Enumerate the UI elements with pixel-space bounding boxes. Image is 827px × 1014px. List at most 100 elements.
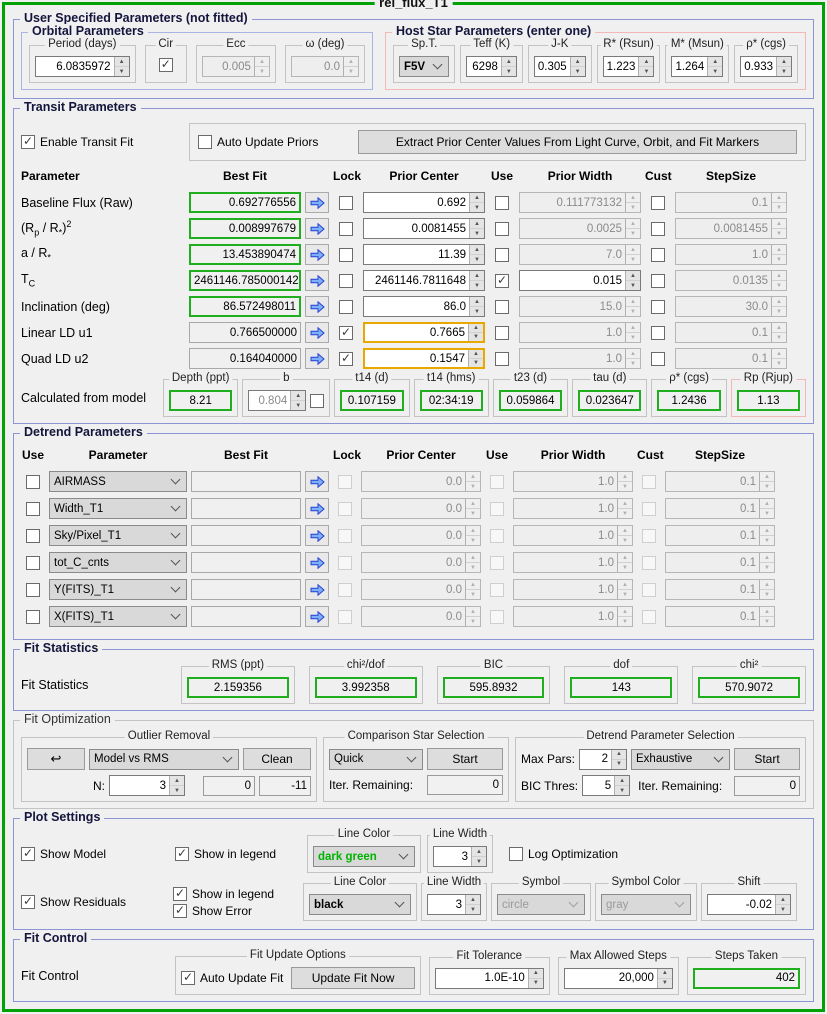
copy-best-fit-to-prior-button[interactable]: [305, 218, 329, 239]
spin-down-icon[interactable]: ▼: [469, 358, 483, 367]
prior-center-input[interactable]: 0.1547▲▼: [363, 348, 485, 369]
spin-down-icon[interactable]: ▼: [612, 759, 626, 769]
detrend-parameter-dropdown[interactable]: Sky/Pixel_T1: [49, 525, 187, 546]
prior-width-input[interactable]: 0.015▲▼: [519, 270, 641, 291]
lock-checkbox[interactable]: [339, 196, 353, 210]
copy-best-fit-to-prior-button[interactable]: [305, 471, 329, 492]
copy-best-fit-to-prior-button[interactable]: [305, 579, 329, 600]
detrend-parameter-dropdown[interactable]: tot_C_cnts: [49, 552, 187, 573]
copy-best-fit-to-prior-button[interactable]: [305, 498, 329, 519]
copy-best-fit-to-prior-button[interactable]: [305, 192, 329, 213]
use-detrend-checkbox[interactable]: [26, 610, 40, 624]
copy-best-fit-to-prior-button[interactable]: [305, 270, 329, 291]
spin-down-icon[interactable]: ▼: [115, 66, 129, 76]
bic-threshold-input[interactable]: 5▲▼: [582, 775, 630, 796]
spinner[interactable]: ▲▼: [469, 219, 484, 238]
prior-center-input[interactable]: 2461146.7811648▲▼: [363, 270, 485, 291]
detrend-selection-start-button[interactable]: Start: [734, 748, 800, 770]
spin-down-icon[interactable]: ▼: [776, 904, 790, 914]
spin-up-icon[interactable]: ▲: [776, 895, 790, 904]
spinner[interactable]: ▲▼: [657, 969, 672, 988]
copy-best-fit-to-prior-button[interactable]: [305, 244, 329, 265]
copy-best-fit-to-prior-button[interactable]: [305, 606, 329, 627]
spin-up-icon[interactable]: ▲: [529, 969, 543, 978]
custom-step-checkbox[interactable]: [651, 274, 665, 288]
copy-best-fit-to-prior-button[interactable]: [305, 525, 329, 546]
detrend-selection-mode-dropdown[interactable]: Exhaustive: [631, 749, 730, 770]
spin-down-icon[interactable]: ▼: [472, 856, 486, 866]
use-detrend-checkbox[interactable]: [26, 556, 40, 570]
host-star-field-input[interactable]: 0.933▲▼: [740, 56, 792, 77]
spinner[interactable]: ▲▼: [625, 271, 640, 290]
spinner[interactable]: ▲▼: [775, 895, 790, 914]
spinner[interactable]: ▲▼: [469, 193, 484, 212]
model-line-width-input[interactable]: 3▲▼: [433, 846, 487, 867]
spin-down-icon[interactable]: ▼: [291, 400, 305, 410]
use-detrend-checkbox[interactable]: [26, 502, 40, 516]
max-pars-input[interactable]: 2▲▼: [579, 749, 627, 770]
spinner[interactable]: ▲▼: [465, 895, 480, 914]
lock-checkbox[interactable]: [339, 248, 353, 262]
spinner[interactable]: ▲▼: [776, 57, 791, 76]
update-fit-now-button[interactable]: Update Fit Now: [291, 967, 414, 989]
model-show-in-legend-checkbox[interactable]: Show in legend: [175, 847, 301, 861]
spin-up-icon[interactable]: ▲: [777, 57, 791, 66]
spin-down-icon[interactable]: ▼: [658, 978, 672, 988]
log-optimization-checkbox[interactable]: Log Optimization: [509, 847, 618, 861]
use-prior-checkbox[interactable]: [495, 196, 509, 210]
prior-center-input[interactable]: 86.0▲▼: [363, 296, 485, 317]
lock-checkbox[interactable]: [339, 274, 353, 288]
detrend-parameter-dropdown[interactable]: Width_T1: [49, 498, 187, 519]
spin-up-icon[interactable]: ▲: [170, 776, 184, 785]
spectral-type-dropdown[interactable]: F5V: [399, 56, 449, 77]
spinner[interactable]: ▲▼: [501, 57, 516, 76]
use-detrend-checkbox[interactable]: [26, 583, 40, 597]
spinner[interactable]: ▲▼: [614, 776, 629, 795]
model-line-color-dropdown[interactable]: dark green: [313, 846, 415, 867]
use-prior-checkbox[interactable]: [495, 222, 509, 236]
host-star-field-input[interactable]: 1.223▲▼: [603, 56, 655, 77]
show-residuals-checkbox[interactable]: Show Residuals: [21, 895, 169, 909]
custom-step-checkbox[interactable]: [651, 196, 665, 210]
lock-checkbox[interactable]: [339, 300, 353, 314]
spin-up-icon[interactable]: ▲: [626, 271, 640, 280]
detrend-parameter-dropdown[interactable]: AIRMASS: [49, 471, 187, 492]
undo-outlier-removal-button[interactable]: ↩: [27, 748, 85, 770]
spin-down-icon[interactable]: ▼: [469, 332, 483, 341]
comparison-start-button[interactable]: Start: [427, 748, 503, 770]
clean-button[interactable]: Clean: [243, 748, 311, 770]
use-prior-checkbox[interactable]: [495, 274, 509, 288]
residuals-line-color-dropdown[interactable]: black: [309, 894, 411, 915]
spin-up-icon[interactable]: ▲: [470, 219, 484, 228]
custom-step-checkbox[interactable]: [651, 248, 665, 262]
copy-best-fit-to-prior-button[interactable]: [305, 552, 329, 573]
spin-down-icon[interactable]: ▼: [571, 66, 585, 76]
prior-center-input[interactable]: 0.7665▲▼: [363, 322, 485, 343]
copy-best-fit-to-prior-button[interactable]: [305, 348, 329, 369]
spinner[interactable]: ▲▼: [611, 750, 626, 769]
use-detrend-checkbox[interactable]: [26, 529, 40, 543]
impact-parameter-checkbox[interactable]: [310, 394, 324, 408]
custom-step-checkbox[interactable]: [651, 222, 665, 236]
host-star-field-input[interactable]: 6298▲▼: [466, 56, 516, 77]
copy-best-fit-to-prior-button[interactable]: [305, 322, 329, 343]
use-prior-checkbox[interactable]: [495, 300, 509, 314]
host-star-field-input[interactable]: 1.264▲▼: [671, 56, 723, 77]
spin-down-icon[interactable]: ▼: [470, 202, 484, 212]
spin-up-icon[interactable]: ▲: [639, 57, 653, 66]
auto-update-priors-checkbox[interactable]: Auto Update Priors: [198, 135, 348, 149]
spin-up-icon[interactable]: ▲: [470, 193, 484, 202]
spin-up-icon[interactable]: ▲: [502, 57, 516, 66]
spin-down-icon[interactable]: ▼: [466, 904, 480, 914]
use-prior-checkbox[interactable]: [495, 248, 509, 262]
spinner[interactable]: ▲▼: [290, 391, 305, 410]
spin-up-icon[interactable]: ▲: [470, 297, 484, 306]
spinner[interactable]: ▲▼: [638, 57, 653, 76]
spin-up-icon[interactable]: ▲: [472, 847, 486, 856]
spin-down-icon[interactable]: ▼: [170, 785, 184, 795]
spin-down-icon[interactable]: ▼: [626, 280, 640, 290]
shift-input[interactable]: -0.02▲▼: [707, 894, 791, 915]
spinner[interactable]: ▲▼: [468, 324, 483, 341]
detrend-parameter-dropdown[interactable]: X(FITS)_T1: [49, 606, 187, 627]
spin-up-icon[interactable]: ▲: [658, 969, 672, 978]
